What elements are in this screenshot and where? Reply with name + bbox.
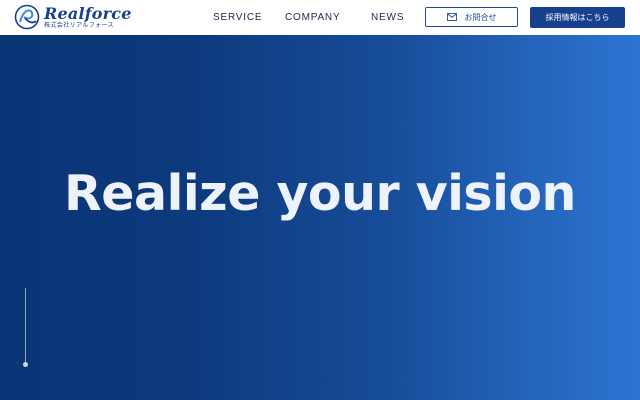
- logo-text: Realforce 株式会社リアルフォース: [44, 3, 132, 29]
- hero-section: Realize your vision: [0, 35, 640, 400]
- page: Realforce 株式会社リアルフォース SERVICE COMPANY NE…: [0, 0, 640, 400]
- nav-news[interactable]: NEWS: [371, 0, 404, 35]
- nav-company[interactable]: COMPANY: [285, 0, 340, 35]
- site-logo[interactable]: Realforce 株式会社リアルフォース: [14, 4, 132, 30]
- recruit-button-label: 採用情報はこちら: [545, 13, 610, 22]
- scroll-indicator-line: [25, 288, 26, 366]
- hero-headline: Realize your vision: [64, 165, 576, 222]
- mail-icon: [446, 13, 457, 21]
- contact-button-label: お問合せ: [464, 12, 497, 22]
- realforce-logo-mark-icon: [14, 4, 40, 30]
- site-header: Realforce 株式会社リアルフォース SERVICE COMPANY NE…: [0, 0, 640, 35]
- recruit-button[interactable]: 採用情報はこちら: [530, 7, 625, 28]
- scroll-indicator-dot: [23, 362, 28, 367]
- nav-service[interactable]: SERVICE: [213, 0, 262, 35]
- logo-name: Realforce: [44, 3, 132, 23]
- contact-button[interactable]: お問合せ: [425, 7, 518, 27]
- logo-subtitle: 株式会社リアルフォース: [44, 21, 115, 29]
